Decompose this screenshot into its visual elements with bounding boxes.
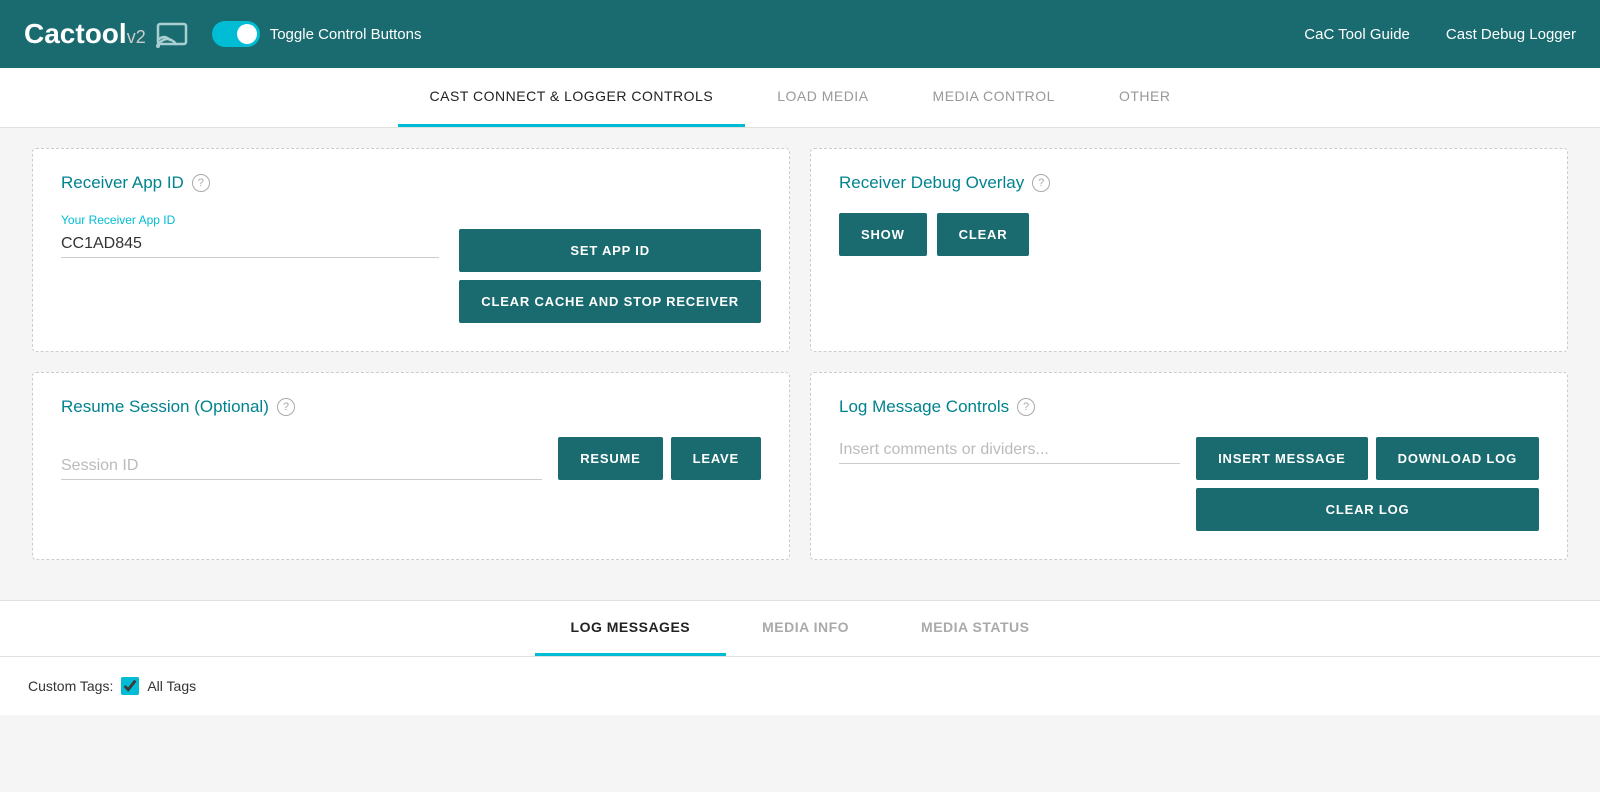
receiver-input-label: Your Receiver App ID	[61, 213, 439, 227]
debug-buttons: SHOW CLEAR	[839, 213, 1539, 256]
receiver-debug-card: Receiver Debug Overlay ? SHOW CLEAR	[810, 148, 1568, 352]
all-tags-checkbox[interactable]	[121, 677, 139, 695]
tab-load-media[interactable]: LOAD MEDIA	[745, 68, 900, 127]
toggle-switch[interactable]	[212, 21, 260, 47]
cac-tool-guide-link[interactable]: CaC Tool Guide	[1304, 26, 1410, 43]
all-tags-label: All Tags	[147, 678, 196, 694]
resume-session-help-icon[interactable]: ?	[277, 398, 295, 416]
resume-button[interactable]: RESUME	[558, 437, 662, 480]
resume-buttons: RESUME LEAVE	[558, 437, 761, 480]
cast-debug-logger-link[interactable]: Cast Debug Logger	[1446, 26, 1576, 43]
toggle-track	[212, 21, 260, 47]
receiver-input-area: Your Receiver App ID	[61, 213, 439, 258]
toggle-thumb	[237, 24, 257, 44]
tab-log-messages[interactable]: LOG MESSAGES	[535, 601, 727, 656]
logo-area: Cactoolv2	[24, 16, 192, 52]
custom-tags-label: Custom Tags:	[28, 678, 113, 694]
log-message-title: Log Message Controls ?	[839, 397, 1539, 417]
resume-session-card: Resume Session (Optional) ? RESUME LEAVE	[32, 372, 790, 560]
bottom-content: Custom Tags: All Tags	[0, 657, 1600, 715]
receiver-debug-help-icon[interactable]: ?	[1032, 174, 1050, 192]
receiver-debug-title: Receiver Debug Overlay ?	[839, 173, 1539, 193]
header-nav: CaC Tool Guide Cast Debug Logger	[1304, 26, 1576, 43]
receiver-app-id-buttons: SET APP ID CLEAR CACHE AND STOP RECEIVER	[459, 229, 761, 323]
log-comment-input[interactable]	[839, 437, 1180, 464]
download-log-button[interactable]: DOWNLOAD LOG	[1376, 437, 1539, 480]
main-content: Receiver App ID ? Your Receiver App ID S…	[0, 128, 1600, 580]
bottom-tabs: LOG MESSAGES MEDIA INFO MEDIA STATUS	[0, 601, 1600, 657]
clear-debug-button[interactable]: CLEAR	[937, 213, 1030, 256]
bottom-section: LOG MESSAGES MEDIA INFO MEDIA STATUS Cus…	[0, 600, 1600, 715]
app-header: Cactoolv2 Toggle Control Buttons CaC Too…	[0, 0, 1600, 68]
show-button[interactable]: SHOW	[839, 213, 927, 256]
log-buttons-top: INSERT MESSAGE DOWNLOAD LOG	[1196, 437, 1539, 480]
tab-media-info[interactable]: MEDIA INFO	[726, 601, 885, 656]
tab-other[interactable]: OTHER	[1087, 68, 1203, 127]
resume-card-inner: RESUME LEAVE	[61, 437, 761, 480]
app-title: Cactoolv2	[24, 18, 146, 50]
cast-icon	[156, 16, 192, 52]
receiver-app-id-inner: Your Receiver App ID SET APP ID CLEAR CA…	[61, 213, 761, 323]
resume-session-title: Resume Session (Optional) ?	[61, 397, 761, 417]
clear-log-button[interactable]: CLEAR LOG	[1196, 488, 1539, 531]
receiver-app-id-card: Receiver App ID ? Your Receiver App ID S…	[32, 148, 790, 352]
log-input-area	[839, 437, 1180, 464]
custom-tags-row: Custom Tags: All Tags	[28, 677, 1572, 695]
resume-input-area	[61, 453, 542, 480]
tab-media-status[interactable]: MEDIA STATUS	[885, 601, 1065, 656]
receiver-app-id-input[interactable]	[61, 231, 439, 258]
session-id-input[interactable]	[61, 453, 542, 480]
receiver-app-id-help-icon[interactable]: ?	[192, 174, 210, 192]
set-app-id-button[interactable]: SET APP ID	[459, 229, 761, 272]
toggle-area[interactable]: Toggle Control Buttons	[212, 21, 422, 47]
log-message-help-icon[interactable]: ?	[1017, 398, 1035, 416]
toggle-label: Toggle Control Buttons	[270, 26, 422, 43]
log-card-inner: INSERT MESSAGE DOWNLOAD LOG CLEAR LOG	[839, 437, 1539, 531]
cards-grid: Receiver App ID ? Your Receiver App ID S…	[32, 148, 1568, 560]
insert-message-button[interactable]: INSERT MESSAGE	[1196, 437, 1368, 480]
clear-cache-button[interactable]: CLEAR CACHE AND STOP RECEIVER	[459, 280, 761, 323]
leave-button[interactable]: LEAVE	[671, 437, 761, 480]
main-tabs: CAST CONNECT & LOGGER CONTROLS LOAD MEDI…	[0, 68, 1600, 128]
tab-media-control[interactable]: MEDIA CONTROL	[901, 68, 1087, 127]
log-buttons: INSERT MESSAGE DOWNLOAD LOG CLEAR LOG	[1196, 437, 1539, 531]
tab-cast-connect[interactable]: CAST CONNECT & LOGGER CONTROLS	[398, 68, 746, 127]
receiver-app-id-title: Receiver App ID ?	[61, 173, 761, 193]
app-version: v2	[127, 27, 146, 47]
log-message-card: Log Message Controls ? INSERT MESSAGE DO…	[810, 372, 1568, 560]
